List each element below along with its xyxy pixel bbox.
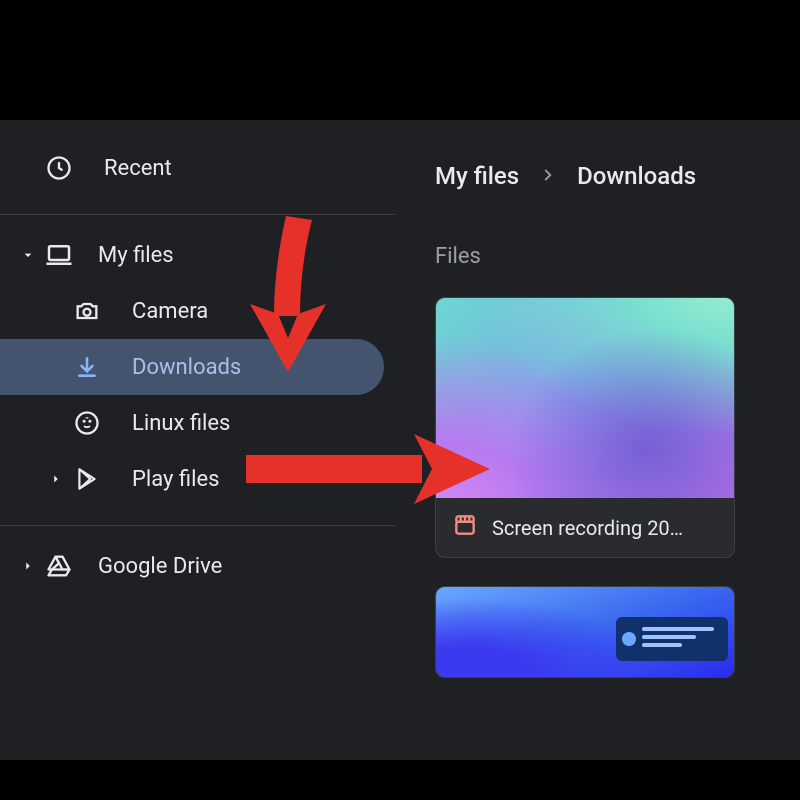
sidebar-item-label: Linux files	[132, 411, 230, 436]
main-pane: My files Downloads Files Screen recordin…	[395, 120, 800, 760]
download-icon	[70, 350, 104, 384]
sidebar-item-label: Camera	[132, 299, 208, 324]
sidebar-item-google-drive[interactable]: Google Drive	[0, 538, 395, 594]
sidebar-item-play-files[interactable]: Play files	[0, 451, 395, 507]
chevron-right-icon	[46, 472, 66, 486]
sidebar-item-label: Downloads	[132, 355, 241, 380]
google-drive-icon	[42, 549, 76, 583]
laptop-icon	[42, 238, 76, 272]
sidebar-item-label: Recent	[104, 156, 172, 181]
sidebar-item-recent[interactable]: Recent	[0, 140, 395, 196]
file-item[interactable]	[435, 586, 735, 678]
section-heading-files: Files	[435, 244, 800, 269]
files-app-window: Recent My files Camera	[0, 120, 800, 760]
notification-toast-preview	[616, 617, 728, 661]
sidebar-item-linux-files[interactable]: Linux files	[0, 395, 395, 451]
file-name: Screen recording 20…	[492, 516, 683, 540]
file-thumbnail	[436, 298, 735, 498]
divider	[0, 525, 395, 526]
sidebar-item-camera[interactable]: Camera	[0, 283, 395, 339]
video-clapper-icon	[452, 512, 478, 543]
breadcrumb-current[interactable]: Downloads	[577, 162, 696, 190]
sidebar-item-downloads[interactable]: Downloads	[0, 339, 384, 395]
camera-icon	[70, 294, 104, 328]
chevron-down-icon	[14, 247, 42, 263]
sidebar: Recent My files Camera	[0, 120, 395, 760]
sidebar-item-label: Google Drive	[98, 554, 222, 579]
chevron-right-icon	[14, 559, 42, 573]
google-play-icon	[70, 462, 104, 496]
breadcrumb-root[interactable]: My files	[435, 162, 519, 190]
sidebar-item-my-files[interactable]: My files	[0, 227, 395, 283]
clock-icon	[42, 151, 76, 185]
divider	[0, 214, 395, 215]
penguin-icon	[70, 406, 104, 440]
breadcrumb: My files Downloads	[435, 156, 800, 196]
file-item[interactable]: Screen recording 20…	[435, 297, 735, 558]
sidebar-item-label: My files	[98, 243, 174, 268]
chevron-right-icon	[539, 162, 557, 190]
sidebar-item-label: Play files	[132, 467, 219, 492]
file-thumbnail	[436, 587, 735, 677]
